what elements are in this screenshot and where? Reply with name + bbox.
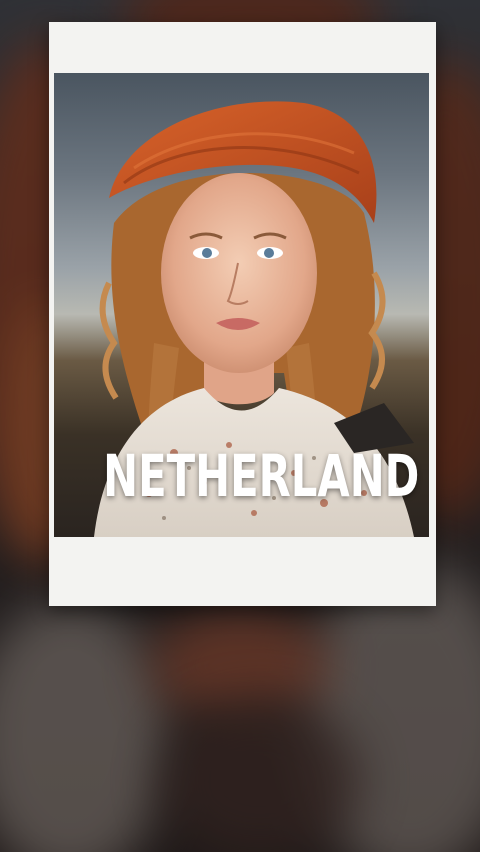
title-text: NETHERLAND — [103, 442, 420, 510]
story-canvas: NETHERLAND — [0, 0, 480, 852]
polaroid-card: NETHERLAND — [49, 22, 436, 606]
